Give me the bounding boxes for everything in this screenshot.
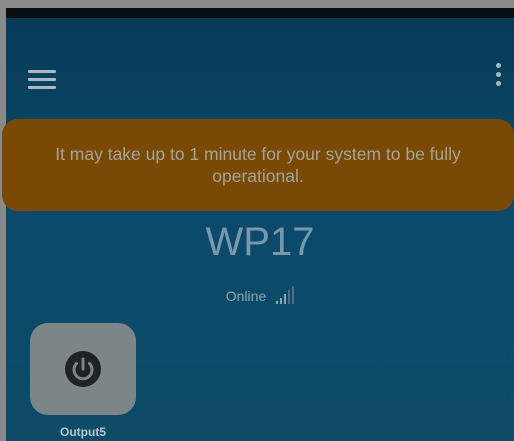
toast-banner: It may take up to 1 minute for your syst… bbox=[2, 119, 514, 211]
output-tile[interactable] bbox=[30, 323, 136, 415]
status-bar bbox=[6, 8, 514, 18]
status-text: Online bbox=[225, 288, 267, 304]
device-name: WP17 bbox=[205, 220, 315, 264]
more-vertical-icon[interactable] bbox=[492, 60, 504, 94]
power-icon bbox=[65, 351, 101, 387]
output-label: Output5 bbox=[60, 425, 106, 439]
hamburger-menu-icon[interactable] bbox=[28, 70, 56, 94]
app-screen: WP17 Online Output5 bbox=[6, 8, 514, 441]
signal-strength-icon bbox=[276, 286, 295, 304]
connection-status: Online bbox=[6, 286, 514, 304]
toast-message: It may take up to 1 minute for your syst… bbox=[55, 144, 461, 186]
